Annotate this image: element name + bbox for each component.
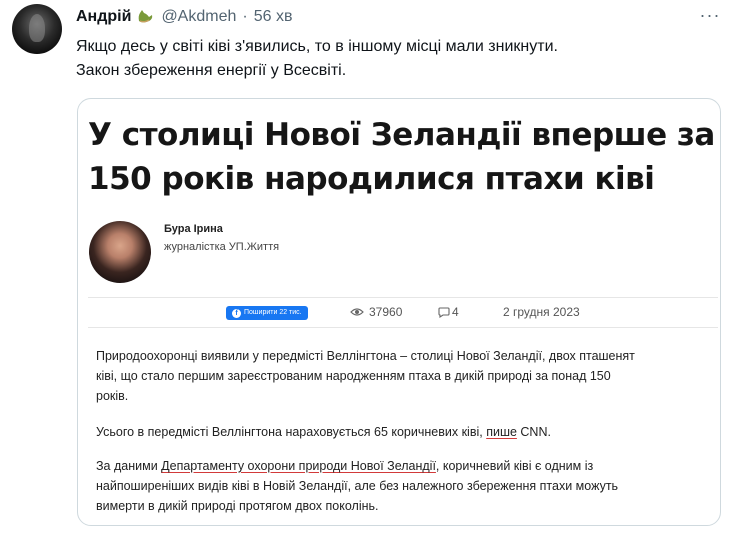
headline-line: 150 років народилися птахи ківі	[88, 161, 655, 197]
author-name[interactable]: Андрій	[76, 8, 131, 26]
tweet-time[interactable]: 56 хв	[254, 8, 293, 26]
paragraph-line: ківі, що стало першим зареєстрованим нар…	[96, 369, 611, 383]
article-card[interactable]: У столиці Нової Зеландії вперше за 150 р…	[77, 98, 721, 526]
paragraph-line: Природоохоронці виявили у передмісті Вел…	[96, 349, 635, 363]
source-link: пише	[486, 425, 517, 439]
paragraph-line: років.	[96, 389, 129, 403]
author-handle[interactable]: @Akdmeh	[161, 8, 236, 26]
article-paragraph-3: За даними Департаменту охорони природи Н…	[96, 456, 711, 516]
paragraph-line: найпоширеніших видів ківі в Новій Зеланд…	[96, 479, 619, 493]
article-paragraph-1: Природоохоронці виявили у передмісті Вел…	[96, 346, 711, 406]
department-link: Департаменту охорони природи Нової Зелан…	[161, 459, 436, 473]
tweet-text-line: Якщо десь у світі ківі з'явились, то в і…	[76, 38, 558, 55]
facebook-share-button: f Поширити 22 тис.	[226, 306, 308, 320]
comments-counter: 4	[438, 305, 459, 319]
paragraph-text: Усього в передмісті Веллінгтона нарахову…	[96, 425, 487, 439]
facebook-icon: f	[232, 308, 241, 318]
duck-emoji-icon	[137, 9, 155, 25]
views-counter: 37960	[350, 305, 402, 319]
paragraph-text: , коричневий ківі є одним із	[435, 459, 594, 473]
user-avatar[interactable]	[12, 4, 62, 54]
divider	[88, 327, 718, 328]
paragraph-line: вимерти в дикій природі протягом двох по…	[96, 499, 379, 513]
divider	[88, 297, 718, 298]
comments-count: 4	[452, 305, 459, 319]
journalist-photo	[89, 221, 151, 283]
tweet-header: Андрій @Akdmeh · 56 хв	[76, 6, 292, 28]
share-label: Поширити 22 тис.	[244, 309, 302, 316]
tweet-text: Якщо десь у світі ківі з'явились, то в і…	[76, 35, 716, 83]
eye-icon	[350, 308, 364, 316]
tweet-text-line: Закон збереження енергії у Всесвіті.	[76, 62, 347, 79]
views-count: 37960	[369, 305, 403, 319]
journalist-role: журналістка УП.Життя	[164, 241, 280, 253]
paragraph-text: CNN.	[516, 425, 551, 439]
article-headline: У столиці Нової Зеландії вперше за 150 р…	[88, 113, 718, 201]
article-date: 2 грудня 2023	[503, 305, 580, 319]
more-options-icon[interactable]: ···	[699, 6, 721, 26]
article-paragraph-2: Усього в передмісті Веллінгтона нарахову…	[96, 422, 711, 442]
journalist-name: Бура Ірина	[164, 223, 223, 235]
headline-line: У столиці Нової Зеландії вперше за	[88, 117, 715, 153]
separator-dot: ·	[242, 8, 248, 25]
comment-icon	[438, 306, 450, 318]
paragraph-text: За даними	[96, 459, 162, 473]
